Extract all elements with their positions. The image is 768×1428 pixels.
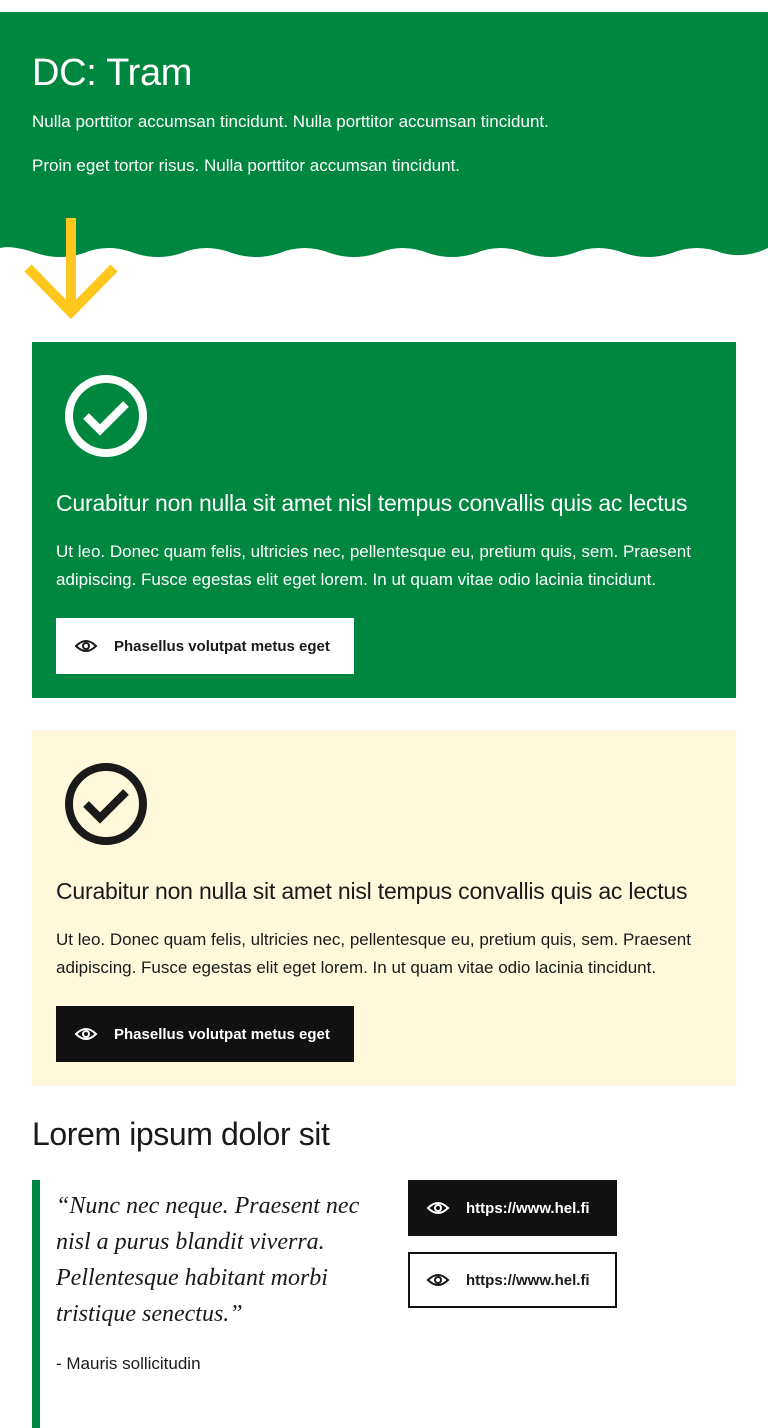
eye-icon xyxy=(74,1028,98,1040)
link-button-outline[interactable]: https://www.hel.fi xyxy=(408,1252,617,1308)
quote-author: - Mauris sollicitudin xyxy=(56,1354,201,1373)
button-label: Phasellus volutpat metus eget xyxy=(114,1025,330,1043)
link-label: https://www.hel.fi xyxy=(466,1199,590,1217)
hero-paragraph: Nulla porttitor accumsan tincidunt. Null… xyxy=(32,112,549,131)
card-text: Ut leo. Donec quam felis, ultricies nec,… xyxy=(56,542,691,589)
quote-block: “Nunc nec neque. Praesent nec nisl a pur… xyxy=(32,1180,362,1428)
info-card: Curabitur non nulla sit amet nisl tempus… xyxy=(32,342,736,698)
eye-icon xyxy=(426,1274,450,1286)
card-action-button[interactable]: Phasellus volutpat metus eget xyxy=(56,618,354,674)
card-action-button[interactable]: Phasellus volutpat metus eget xyxy=(56,1006,354,1062)
quote-text: “Nunc nec neque. Praesent nec nisl a pur… xyxy=(56,1193,360,1327)
hero-banner: DC: Tram Nulla porttitor accumsan tincid… xyxy=(0,12,768,246)
card-title: Curabitur non nulla sit amet nisl tempus… xyxy=(56,878,688,904)
check-circle-icon xyxy=(65,375,147,457)
eye-icon xyxy=(426,1202,450,1214)
arrow-down-icon xyxy=(24,218,118,320)
page-title: DC: Tram xyxy=(32,52,193,94)
link-label: https://www.hel.fi xyxy=(466,1271,590,1289)
section-title: Lorem ipsum dolor sit xyxy=(32,1116,330,1152)
link-button-dark[interactable]: https://www.hel.fi xyxy=(408,1180,617,1236)
card-title: Curabitur non nulla sit amet nisl tempus… xyxy=(56,490,688,516)
hero-paragraph: Proin eget tortor risus. Nulla porttitor… xyxy=(32,156,461,175)
eye-icon xyxy=(74,640,98,652)
button-label: Phasellus volutpat metus eget xyxy=(114,637,330,655)
info-card: Curabitur non nulla sit amet nisl tempus… xyxy=(32,730,736,1086)
card-text: Ut leo. Donec quam felis, ultricies nec,… xyxy=(56,930,691,977)
check-circle-icon xyxy=(65,763,147,845)
